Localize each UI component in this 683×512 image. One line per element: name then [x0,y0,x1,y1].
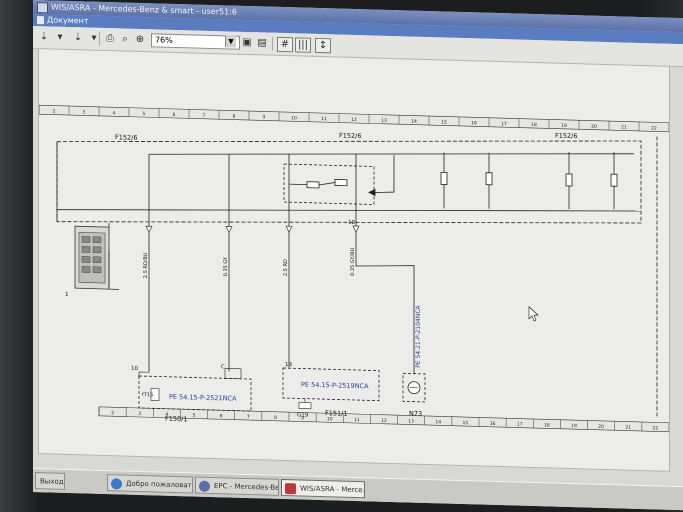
top-ruler-number: 9 [263,114,266,120]
bottom-ruler-number: 3 [138,411,141,417]
car-icon [285,483,296,495]
label-f150: F150/1 [165,415,187,424]
top-ruler-number: 20 [591,124,597,130]
bottom-ruler-number: 11 [354,417,360,423]
exit-label: Выход [40,477,64,486]
pin-label-10b: 10 [348,220,355,226]
top-ruler-number: 2 [53,109,56,115]
top-ruler-number: 7 [203,113,206,119]
top-ruler-number: 19 [561,123,567,129]
top-ruler-number: 14 [411,119,417,125]
ref-link-2[interactable]: PE 54.15-P-2519NCA [301,380,369,390]
nav-arrow-down-icon[interactable]: ⇣ [71,31,85,44]
bottom-ruler-number: 20 [598,424,604,430]
label-n73: N73 [409,410,422,418]
taskbar-item-label: EPC - Mercedes-Benz ... [214,482,279,493]
wire-harness [117,212,415,374]
zoom-value: 76% [155,35,173,45]
bottom-ruler-number: 13 [408,418,414,424]
bottom-ruler-number: 5 [193,412,196,418]
wire-label-5-link[interactable]: PE 54.21-P-2104NCA [415,304,422,367]
camera-icon[interactable]: ▣ [240,36,254,49]
top-ruler-number: 10 [291,115,297,121]
taskbar-item-label: WIS/ASRA - Merce... [300,484,365,495]
top-ruler-number: 17 [501,121,507,127]
grid-icon[interactable]: # [277,36,293,53]
bottom-ruler-number: 22 [653,425,659,431]
module-f150 [138,368,252,412]
pin-label-13: 13 [285,362,292,368]
bottom-ruler-number: 19 [571,423,577,429]
image-icon[interactable]: ▤ [255,36,269,49]
zoom-fit-icon[interactable]: ⊕ [133,33,147,46]
bottom-ruler-number: 14 [435,419,441,425]
ref-link-1[interactable]: PE 54.15-P-2521NCA [169,393,237,403]
exit-button[interactable]: Выход [35,472,65,490]
nav-arrow-down-icon[interactable]: ▾ [53,31,67,44]
bottom-ruler-number: 8 [274,415,277,421]
wiring-diagram-canvas[interactable]: 2 3 4 5 6 7 8 9 10 11 12 13 14 15 16 17 18 19 20 21 22 23456… [38,48,670,472]
pin-label-1: 1 [65,292,68,298]
label-f152-mid: F152/6 [339,132,361,141]
mouse-cursor-icon [528,306,539,322]
top-ruler-number: 11 [321,116,327,122]
pin-label-10a: 10 [131,366,138,372]
nav-arrow-down-icon[interactable]: ⇣ [37,30,51,43]
wire-label-1: 2.5 RD/BU [143,252,149,278]
screen: WIS/ASRA - Mercedes-Benz & smart - user5… [33,0,683,511]
navigate-icon[interactable]: ↕ [315,37,331,54]
document-menu-label[interactable]: Документ [47,15,89,25]
top-ruler-number: 5 [143,111,146,117]
top-ruler-number: 13 [381,118,387,124]
module-n73 [402,372,426,403]
browser-icon [111,478,122,490]
top-ruler-number: 3 [83,109,86,115]
taskbar-item-wis-asra[interactable]: WIS/ASRA - Merce... [281,478,365,499]
chevron-down-icon[interactable]: ▼ [225,35,236,48]
bottom-ruler-number: 17 [517,422,523,428]
bottom-ruler-number: 16 [490,421,496,427]
label-g19: G19 [297,412,309,418]
bottom-ruler-number: 7 [247,414,250,420]
columns-icon[interactable]: ||| [295,37,311,53]
top-ruler: 2 3 4 5 6 7 8 9 10 11 12 13 14 15 16 17 18 19 20 21 22 [38,104,670,133]
connector-plug [74,223,117,290]
wire-label-3: 2.5 RD [283,259,289,276]
bottom-ruler-number: 21 [625,425,631,431]
zoom-in-icon[interactable]: ⌕ [118,32,132,45]
top-ruler-number: 12 [351,117,357,123]
top-ruler-number: 16 [471,120,477,126]
epc-icon [199,480,210,492]
wire-label-4: 0.35 GY/BU [350,247,356,276]
print-icon[interactable]: ⎙ [103,32,117,45]
label-f152-right: F152/6 [555,132,577,141]
top-ruler-number: 8 [233,114,236,120]
bottom-ruler-number: 6 [220,413,223,419]
top-ruler-number: 21 [621,124,627,130]
top-ruler-number: 4 [113,110,116,116]
label-f151: F151/1 [325,409,347,418]
bottom-ruler-number: 2 [111,410,114,416]
wire-label-2: 0.35 GY [223,256,229,277]
taskbar-item-epc[interactable]: EPC - Mercedes-Benz ... [195,476,279,496]
wire-pins [145,225,360,234]
taskbar-item-welcome[interactable]: Добро пожаловать - ... [107,474,193,494]
top-ruler-number: 18 [531,122,537,128]
app-icon [37,2,48,14]
top-ruler-number: 6 [173,112,176,118]
taskbar-item-label: Добро пожаловать - ... [126,479,193,490]
bottom-ruler-number: 12 [381,418,387,424]
label-f152-left: F152/6 [115,133,137,142]
label-f715: f715 [142,392,153,398]
pin-label-c: C [221,364,225,370]
top-ruler-number: 22 [651,125,657,131]
wiring-diagram: 2 3 4 5 6 7 8 9 10 11 12 13 14 15 16 17 18 19 20 21 22 23456… [38,104,670,433]
bottom-ruler-number: 18 [544,422,550,428]
bottom-ruler-number: 15 [463,420,469,426]
top-ruler-number: 15 [441,119,447,125]
document-icon [37,16,44,25]
